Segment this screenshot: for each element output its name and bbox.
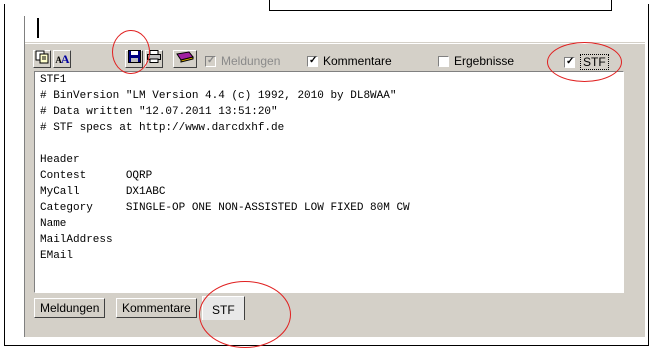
stf-text-content: STF1 # BinVersion "LM Version 4.4 (c) 199… xyxy=(35,72,623,264)
tab-kommentare[interactable]: Kommentare xyxy=(116,298,197,318)
checkmark-icon: ✓ xyxy=(309,54,318,66)
divider xyxy=(37,18,39,38)
copy-icon xyxy=(35,50,49,69)
save-button[interactable] xyxy=(125,50,143,68)
stf-line: # BinVersion "LM Version 4.4 (c) 1992, 2… xyxy=(40,90,397,102)
stf-text-area[interactable]: STF1 # BinVersion "LM Version 4.4 (c) 199… xyxy=(34,71,624,293)
print-button[interactable] xyxy=(145,50,163,68)
font-size-icon: AA xyxy=(55,51,70,67)
stf-checkbox-box[interactable]: ✓ xyxy=(564,55,575,68)
ergebnisse-checkbox-box[interactable] xyxy=(438,55,449,67)
checkmark-icon: ✓ xyxy=(207,54,216,66)
stf-line: MailAddress xyxy=(40,234,113,246)
top-box xyxy=(269,0,612,11)
toolbar: AA ✓ Meldungen ✓ Kommentare Ergebnisse ✓… xyxy=(25,43,645,72)
top-strip xyxy=(25,16,645,42)
stf-line xyxy=(40,136,623,152)
kommentare-checkbox[interactable]: ✓ Kommentare xyxy=(307,54,392,68)
stf-window: AA ✓ Meldungen ✓ Kommentare Ergebnisse ✓… xyxy=(24,16,645,337)
stf-checkbox[interactable]: ✓ STF xyxy=(564,54,609,70)
stf-line: EMail xyxy=(40,250,74,262)
font-size-large-a: A xyxy=(60,51,70,66)
ergebnisse-checkbox-label: Ergebnisse xyxy=(454,54,515,68)
meldungen-checkbox-box[interactable]: ✓ xyxy=(205,54,216,67)
stf-checkbox-label: STF xyxy=(580,54,609,70)
checkmark-icon: ✓ xyxy=(566,55,575,67)
print-icon xyxy=(147,50,161,68)
meldungen-checkbox-label: Meldungen xyxy=(221,54,281,68)
stf-line: Category SINGLE-OP ONE NON-ASSISTED LOW … xyxy=(40,202,410,214)
meldungen-checkbox[interactable]: ✓ Meldungen xyxy=(205,54,280,68)
clear-button[interactable] xyxy=(173,50,197,68)
copy-button[interactable] xyxy=(33,50,51,68)
stf-line: Contest OQRP xyxy=(40,170,153,182)
stf-line: # Data written "12.07.2011 13:51:20" xyxy=(40,106,278,118)
stf-line: STF1 xyxy=(40,74,67,86)
kommentare-checkbox-label: Kommentare xyxy=(323,54,392,68)
tab-stf[interactable]: STF xyxy=(202,296,245,320)
save-icon xyxy=(127,50,141,68)
tab-meldungen[interactable]: Meldungen xyxy=(34,298,106,318)
kommentare-checkbox-box[interactable]: ✓ xyxy=(307,54,318,67)
stf-line: Header xyxy=(40,154,80,166)
stf-line: Name xyxy=(40,218,67,230)
ergebnisse-checkbox[interactable]: Ergebnisse xyxy=(438,54,514,68)
font-size-button[interactable]: AA xyxy=(53,50,71,68)
stf-line: # STF specs at http://www.darcdxhf.de xyxy=(40,122,285,134)
stf-line: MyCall DX1ABC xyxy=(40,186,166,198)
eraser-icon xyxy=(176,50,194,68)
